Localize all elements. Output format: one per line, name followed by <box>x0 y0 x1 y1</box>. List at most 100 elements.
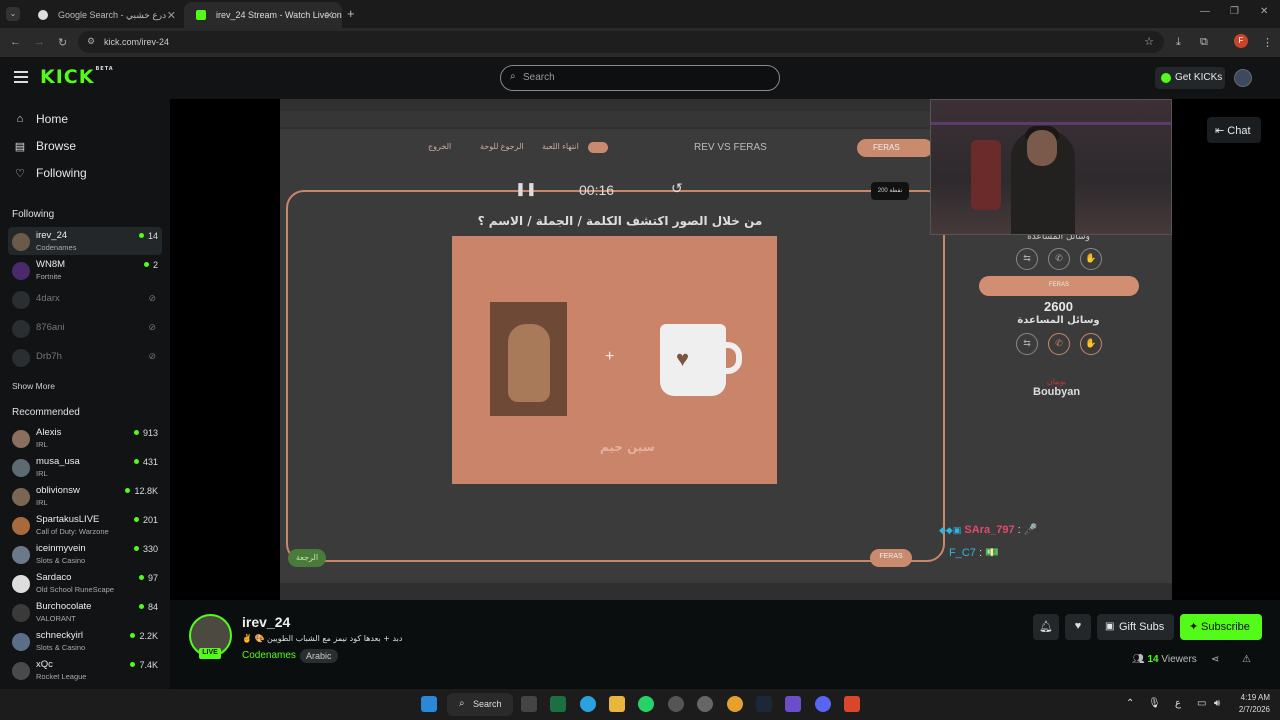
recommended-channel[interactable]: SpartakusLIVE Call of Duty: Warzone 201 <box>8 511 162 539</box>
app-icon[interactable] <box>697 696 713 712</box>
task-view-icon[interactable] <box>521 696 537 712</box>
channel-name: 4darx <box>36 293 60 304</box>
reload-icon[interactable]: ↻ <box>58 36 67 49</box>
logo-beta-badge: BETA <box>95 66 114 72</box>
game-timer: 00:16 <box>579 182 615 198</box>
stream-category-link[interactable]: Codenames <box>242 650 296 661</box>
sidebar-item-browse[interactable]: ▤ Browse <box>12 139 76 153</box>
recommended-channel[interactable]: Burchocolate VALORANT 84 <box>8 598 162 626</box>
user-avatar[interactable] <box>1234 69 1252 87</box>
channel-name[interactable]: irev_24 <box>242 614 290 630</box>
avatar <box>12 233 30 251</box>
excel-icon[interactable] <box>550 696 566 712</box>
sponsor-name-ar: بوبيان <box>1046 377 1067 386</box>
microphone-icon[interactable]: 🎙︎ <box>1148 698 1161 709</box>
points-badge: 200 نقطة <box>871 182 909 200</box>
recommended-channel[interactable]: xQc Rocket League 7.4K <box>8 656 162 684</box>
chat-username: SAra_797 <box>964 524 1015 536</box>
match-title: REV VS FERAS <box>694 142 767 153</box>
restore-icon[interactable]: ❐ <box>1230 6 1239 17</box>
notification-bell-button[interactable]: 🔔︎ <box>1033 614 1059 640</box>
following-section-title: Following <box>12 209 55 220</box>
following-channel-irev24[interactable]: irev_24 Codenames 14 <box>8 227 162 255</box>
tab-google-search[interactable]: Google Search - درع خشبي ✕ <box>26 2 184 28</box>
following-channel-4darx[interactable]: 4darx ⊘ <box>8 285 162 313</box>
telegram-icon[interactable] <box>580 696 596 712</box>
gift-subs-button[interactable]: ▣ Gift Subs <box>1097 614 1174 640</box>
menu-kebab-icon[interactable]: ⋮ <box>1262 36 1273 49</box>
site-info-icon[interactable]: ⚙ <box>87 36 95 47</box>
stream-info-bar: LIVE irev_24 ✌️ 🎨 دبد + بعدها كود نيمز م… <box>170 600 1280 689</box>
recommended-channel[interactable]: Alexis IRL 913 <box>8 424 162 452</box>
whatsapp-icon[interactable] <box>638 696 654 712</box>
settings-icon[interactable] <box>668 696 684 712</box>
share-icon[interactable]: ⋖ <box>1211 654 1219 665</box>
tab-title: Google Search - درع خشبي <box>58 9 167 20</box>
tab-search-icon[interactable]: ⌄ <box>6 7 20 21</box>
channel-category: IRL <box>36 498 48 507</box>
file-explorer-icon[interactable] <box>609 696 625 712</box>
network-icon[interactable]: ▭ <box>1197 698 1206 709</box>
chat-message: 🎤 <box>1023 524 1038 536</box>
show-more-link[interactable]: Show More <box>12 381 55 391</box>
kick-logo[interactable]: KICKBETA <box>40 66 114 88</box>
language-tag[interactable]: Arabic <box>300 649 338 663</box>
app-icon[interactable] <box>785 696 801 712</box>
close-tab-icon[interactable]: ✕ <box>167 9 176 22</box>
avatar <box>12 320 30 338</box>
channel-category: Slots & Casino <box>36 643 86 652</box>
get-kicks-button[interactable]: Get KICKs <box>1155 67 1225 89</box>
taskbar-search[interactable]: ⌕ Search <box>447 693 513 716</box>
discord-icon[interactable] <box>815 696 831 712</box>
close-tab-icon[interactable]: ✕ <box>325 9 334 22</box>
steam-icon[interactable] <box>756 696 772 712</box>
sidebar-item-following[interactable]: ♡ Following <box>12 166 87 180</box>
brave-icon[interactable] <box>844 696 860 712</box>
star-icon: ✦ <box>1189 621 1199 633</box>
minimize-icon[interactable]: — <box>1200 6 1210 17</box>
sidebar-item-home[interactable]: ⌂ Home <box>12 112 68 126</box>
channel-name: schneckyirl <box>36 630 83 641</box>
translate-icon[interactable]: ⧉ <box>1200 36 1208 49</box>
game-end-action: انتهاء اللعبة <box>542 142 579 151</box>
following-channel-drb7h[interactable]: Drb7h ⊘ <box>8 343 162 371</box>
download-icon[interactable]: ⤓ <box>1176 36 1181 49</box>
profile-avatar[interactable]: F <box>1234 34 1248 48</box>
recommended-channel[interactable]: iceinmyvein Slots & Casino 330 <box>8 540 162 568</box>
volume-icon[interactable]: 🔊︎ <box>1214 698 1220 709</box>
taskbar-clock[interactable]: 4:19 AM 2/7/2026 <box>1230 692 1270 716</box>
hamburger-menu-icon[interactable] <box>14 71 28 83</box>
follow-heart-button[interactable]: ♥ <box>1065 614 1091 640</box>
stream-title: ✌️ 🎨 دبد + بعدها كود نيمز مع الشباب الطو… <box>242 634 403 643</box>
address-bar[interactable]: ⚙ kick.com/irev-24 ☆ <box>78 31 1164 53</box>
channel-name: oblivionsw <box>36 485 80 496</box>
recommended-channel[interactable]: Sardaco Old School RuneScape 97 <box>8 569 162 597</box>
input-language[interactable]: ع <box>1175 698 1181 709</box>
chrome-icon[interactable] <box>727 696 743 712</box>
offline-icon: ⊘ <box>148 322 156 332</box>
close-window-icon[interactable]: ✕ <box>1260 6 1268 17</box>
team-score: 2600 <box>1044 299 1073 314</box>
tab-kick-stream[interactable]: irev_24 Stream - Watch Live on ✕ <box>184 2 342 28</box>
following-channel-wn8m[interactable]: WN8M Fortnite 2 <box>8 256 162 284</box>
channel-category: IRL <box>36 469 48 478</box>
recommended-channel[interactable]: schneckyirl Slots & Casino 2.2K <box>8 627 162 655</box>
forward-icon[interactable]: → <box>34 36 45 48</box>
site-header: KICKBETA ⌕ Search Get KICKs <box>0 57 1280 99</box>
hand-lifeline-icon: ✋ <box>1080 333 1102 355</box>
search-input[interactable]: ⌕ Search <box>500 65 780 91</box>
bookmark-star-icon[interactable]: ☆ <box>1144 35 1154 48</box>
back-icon[interactable]: ← <box>10 36 21 48</box>
windows-start-icon[interactable] <box>421 696 437 712</box>
following-channel-876ani[interactable]: 876ani ⊘ <box>8 314 162 342</box>
viewer-count: 14 <box>139 231 158 241</box>
recommended-channel[interactable]: musa_usa IRL 431 <box>8 453 162 481</box>
recommended-channel[interactable]: oblivionsw IRL 12.8K <box>8 482 162 510</box>
report-icon[interactable]: ⚠ <box>1242 654 1251 665</box>
pause-icon: ❚❚ <box>515 181 537 196</box>
open-chat-button[interactable]: ⇤ Chat <box>1207 117 1261 143</box>
tray-chevron-icon[interactable]: ⌃ <box>1126 698 1134 709</box>
new-tab-button[interactable]: + <box>347 6 355 21</box>
gift-icon: ▣ <box>1105 621 1115 632</box>
subscribe-button[interactable]: ✦ Subscribe <box>1180 614 1262 640</box>
